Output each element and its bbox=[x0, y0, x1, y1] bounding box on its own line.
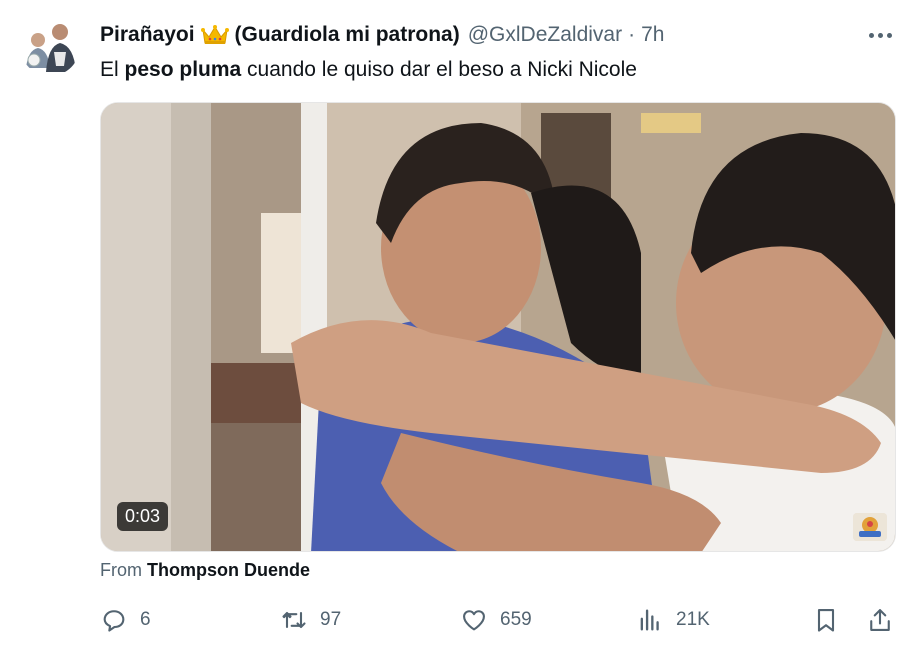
timestamp[interactable]: 7h bbox=[641, 23, 664, 47]
user-handle[interactable]: @GxlDeZaldivar bbox=[468, 23, 622, 47]
repost-icon bbox=[282, 611, 306, 629]
bookmark-icon bbox=[817, 609, 835, 632]
bookmark-button[interactable] bbox=[812, 604, 840, 636]
more-dots-icon[interactable] bbox=[860, 20, 900, 50]
repost-button[interactable]: 97 bbox=[280, 604, 341, 636]
tweet: Pirañayoi (Guardiola mi patrona) @GxlDeZ… bbox=[0, 0, 920, 652]
reply-count: 6 bbox=[140, 609, 151, 630]
views-chart-icon bbox=[640, 609, 659, 631]
reply-button[interactable]: 6 bbox=[100, 604, 151, 636]
channel-watermark-logo bbox=[853, 513, 887, 541]
media-attribution: From Thompson Duende bbox=[100, 560, 310, 581]
heart-icon bbox=[463, 610, 485, 631]
separator-dot: · bbox=[628, 23, 636, 46]
views-count: 21K bbox=[676, 609, 710, 630]
views-button[interactable]: 21K bbox=[636, 604, 710, 636]
reply-icon bbox=[103, 610, 125, 632]
video-frame bbox=[101, 103, 895, 551]
tweet-header: Pirañayoi (Guardiola mi patrona) @GxlDeZ… bbox=[100, 20, 900, 50]
share-icon bbox=[870, 609, 890, 631]
tweet-text-part: cuando le quiso dar el beso a Nicki Nico… bbox=[241, 58, 637, 81]
tweet-text-bold: peso pluma bbox=[124, 58, 242, 81]
like-count: 659 bbox=[500, 609, 532, 630]
video-player[interactable]: 0:03 bbox=[100, 102, 896, 552]
repost-count: 97 bbox=[320, 609, 342, 630]
tweet-text-part: El bbox=[100, 58, 125, 81]
display-name-suffix[interactable]: (Guardiola mi patrona) bbox=[235, 23, 460, 47]
attribution-prefix: From bbox=[100, 560, 147, 580]
attribution-source-link[interactable]: Thompson Duende bbox=[147, 560, 310, 580]
avatar[interactable] bbox=[20, 16, 80, 76]
display-name[interactable]: Pirañayoi bbox=[100, 23, 195, 47]
tweet-text: El peso pluma cuando le quiso dar el bes… bbox=[100, 56, 637, 84]
video-duration-badge: 0:03 bbox=[117, 502, 169, 531]
tweet-actions: 6 97 659 21K bbox=[100, 604, 896, 636]
like-button[interactable]: 659 bbox=[460, 604, 532, 636]
share-button[interactable] bbox=[866, 604, 894, 636]
crown-emoji-icon bbox=[200, 24, 229, 46]
